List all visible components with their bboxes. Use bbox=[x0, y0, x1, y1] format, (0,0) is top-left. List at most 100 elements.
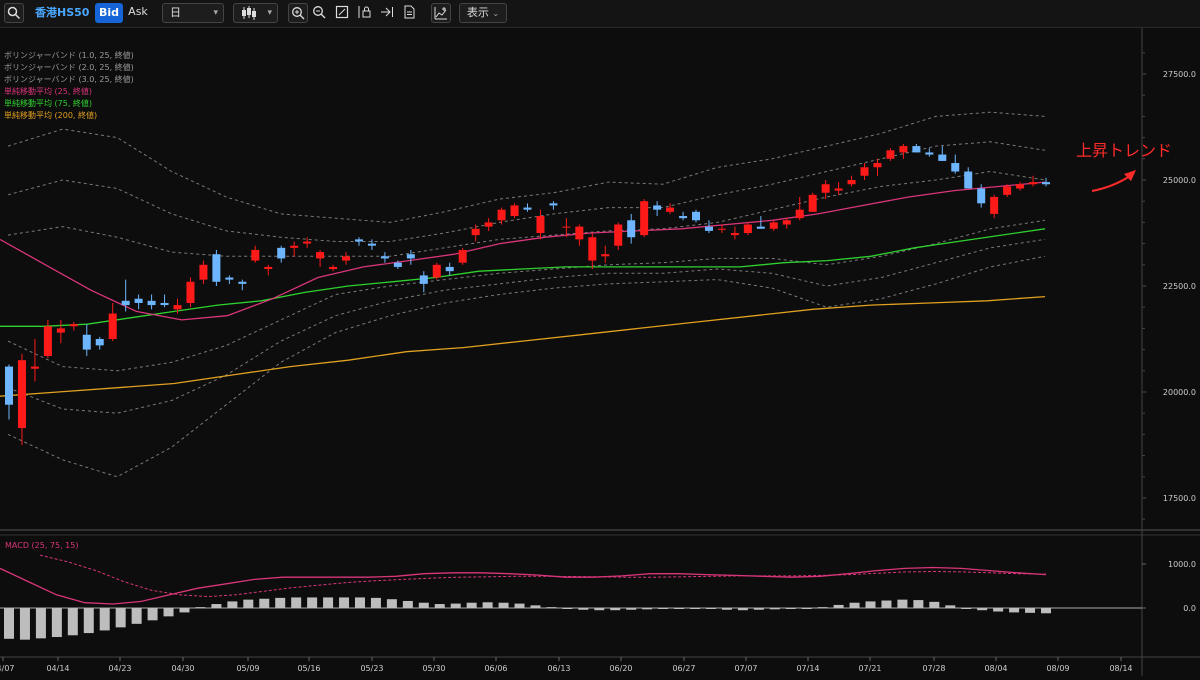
macd-histogram-bar bbox=[227, 601, 238, 608]
candle-body bbox=[977, 188, 986, 204]
candle-body bbox=[225, 277, 234, 280]
macd-histogram-bar bbox=[897, 599, 908, 608]
candle bbox=[69, 322, 78, 331]
zoom-in-icon[interactable] bbox=[288, 3, 308, 23]
bid-button[interactable]: Bid bbox=[95, 3, 123, 23]
moving-averages bbox=[0, 181, 1046, 397]
candle bbox=[769, 220, 778, 231]
macd-histogram-bar bbox=[434, 604, 445, 608]
candle bbox=[251, 245, 260, 263]
candle bbox=[679, 211, 688, 221]
candle bbox=[316, 249, 325, 267]
document-icon[interactable] bbox=[400, 3, 420, 23]
candle bbox=[199, 260, 208, 284]
candle-body bbox=[121, 300, 130, 306]
candle-body bbox=[1003, 186, 1012, 195]
macd-histogram-bar bbox=[865, 601, 876, 608]
candle bbox=[354, 237, 363, 246]
candle-body bbox=[303, 241, 312, 244]
candle-body bbox=[5, 366, 13, 405]
candle-body bbox=[497, 209, 506, 221]
candle bbox=[82, 324, 91, 356]
trend-arrow bbox=[1091, 175, 1131, 192]
add-indicator-icon[interactable] bbox=[431, 3, 451, 23]
ask-button[interactable]: Ask bbox=[124, 3, 152, 23]
chevron-down-icon: ▾ bbox=[213, 8, 218, 18]
candle bbox=[743, 222, 752, 236]
macd-histogram-bar bbox=[705, 608, 716, 609]
axes: 17500.0 20000.0 22500.0 25000.0 27500.0 04/07… bbox=[0, 52, 1196, 673]
macd-histogram-bar bbox=[1025, 608, 1036, 613]
macd-histogram-bar bbox=[721, 608, 732, 610]
chevron-down-icon: ▾ bbox=[267, 8, 272, 18]
candle bbox=[782, 218, 791, 229]
sma200-line bbox=[0, 295, 1046, 397]
candle bbox=[951, 154, 960, 174]
candle bbox=[95, 336, 104, 350]
candle-body bbox=[393, 262, 402, 267]
candle-body bbox=[925, 152, 934, 155]
chart-area[interactable]: 17500.0 20000.0 22500.0 25000.0 27500.0 04/07… bbox=[0, 28, 1200, 676]
candle-body bbox=[445, 266, 454, 272]
legend: ボリンジャーバンド (1.0, 25, 終値) ボリンジャーバンド (2.0, … bbox=[4, 50, 134, 122]
macd-histogram-bar bbox=[179, 608, 190, 613]
candle bbox=[458, 247, 467, 265]
candle-body bbox=[419, 275, 428, 284]
candle-body bbox=[316, 252, 325, 259]
macd-histogram-bar bbox=[291, 597, 302, 608]
macd-histogram-bar bbox=[450, 603, 461, 608]
x-tick-label: 06/06 bbox=[484, 664, 507, 673]
x-tick-label: 06/13 bbox=[547, 664, 570, 673]
bb-lower2 bbox=[7, 238, 1046, 414]
macd-histogram-bar bbox=[482, 602, 493, 608]
candle bbox=[367, 239, 376, 250]
zoom-out-icon[interactable] bbox=[310, 3, 330, 23]
macd-histogram-bar bbox=[977, 608, 988, 611]
fit-icon[interactable] bbox=[333, 3, 353, 23]
macd-histogram-bar bbox=[530, 605, 541, 608]
candlestick-icon bbox=[242, 6, 256, 20]
macd-histogram-bar bbox=[163, 608, 174, 617]
macd-histogram-bar bbox=[833, 604, 844, 608]
display-menu-button[interactable]: 表示 ⌄ bbox=[459, 3, 507, 23]
macd-histogram-bar bbox=[626, 608, 637, 610]
candle-body bbox=[575, 226, 584, 240]
candle-body bbox=[56, 328, 65, 333]
macd-histogram-bar bbox=[514, 603, 525, 608]
candle bbox=[147, 294, 156, 310]
candle-body bbox=[406, 254, 415, 259]
candle-body bbox=[160, 302, 169, 306]
bb-lower3 bbox=[7, 255, 1046, 478]
candle bbox=[873, 158, 882, 176]
symbol-name[interactable]: 香港HS50 bbox=[35, 4, 89, 22]
chart-type-select[interactable]: ▾ bbox=[233, 3, 278, 23]
chart-canvas[interactable]: 17500.0 20000.0 22500.0 25000.0 27500.0 04/07… bbox=[0, 28, 1200, 676]
candle-body bbox=[354, 239, 363, 242]
candle bbox=[56, 319, 65, 344]
candle-body bbox=[264, 266, 273, 270]
candle-body bbox=[743, 224, 752, 233]
candle bbox=[212, 249, 221, 286]
candle-body bbox=[640, 201, 649, 236]
timeframe-select[interactable]: 日 ▾ bbox=[162, 3, 224, 23]
candle-body bbox=[730, 233, 739, 236]
candle-body bbox=[342, 256, 351, 261]
candle-body bbox=[549, 203, 558, 206]
macd-histogram-bar bbox=[83, 608, 94, 634]
search-icon[interactable] bbox=[4, 3, 24, 23]
candle-body bbox=[82, 334, 91, 350]
candle bbox=[614, 222, 623, 250]
toolbar: 香港HS50 Bid Ask 日 ▾ ▾ 表示 ⌄ bbox=[0, 0, 1200, 28]
trend-annotation-text: 上昇トレンド bbox=[1076, 141, 1172, 160]
bb-lower1 bbox=[7, 219, 1046, 372]
x-tick-label: 05/16 bbox=[297, 664, 320, 673]
scroll-lock-icon[interactable] bbox=[355, 3, 375, 23]
candle-body bbox=[199, 264, 208, 280]
legend-bb1: ボリンジャーバンド (1.0, 25, 終値) bbox=[4, 51, 134, 60]
candle bbox=[1042, 177, 1050, 187]
candle-body bbox=[562, 226, 571, 228]
macd-histogram-bar bbox=[339, 597, 350, 608]
macd-histogram-bar bbox=[402, 600, 413, 608]
jump-to-end-icon[interactable] bbox=[378, 3, 398, 23]
legend-bb2: ボリンジャーバンド (2.0, 25, 終値) bbox=[4, 63, 134, 72]
